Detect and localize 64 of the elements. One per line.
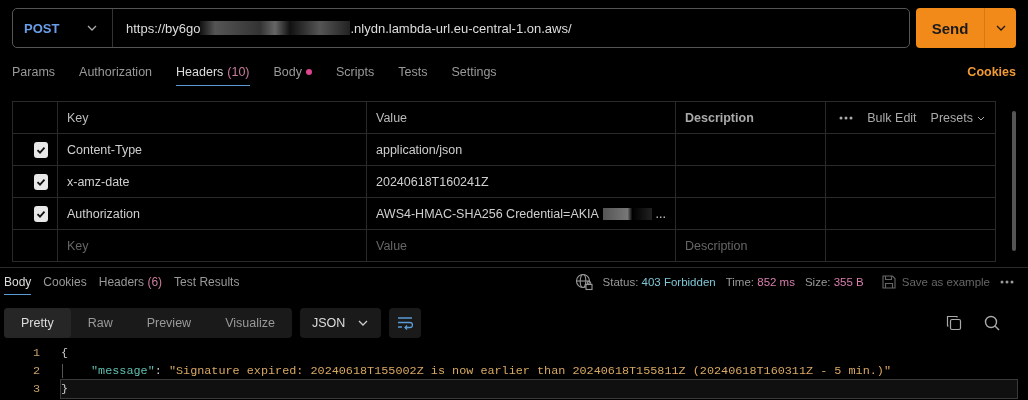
view-mode-tab[interactable]: Raw — [70, 308, 130, 338]
checkbox[interactable] — [34, 141, 48, 158]
description-input[interactable]: Description — [676, 230, 826, 262]
line-number: 3 — [31, 381, 41, 398]
cookies-link[interactable]: Cookies — [967, 65, 1016, 79]
bulk-edit-link[interactable]: Bulk Edit — [867, 110, 917, 125]
send-button-group[interactable]: Send — [916, 8, 1016, 48]
response-tab[interactable]: Test Results — [174, 269, 240, 295]
code-text: } — [61, 382, 69, 396]
view-mode-tab[interactable]: Preview — [129, 308, 209, 338]
request-tab[interactable]: Body — [273, 58, 313, 86]
time-text: Time: 852 ms — [725, 276, 795, 288]
status-text: Status: 403 Forbidden — [602, 276, 716, 288]
presets-dropdown[interactable]: Presets — [930, 110, 986, 125]
header-key: x-amz-date — [58, 166, 367, 198]
line-number: 1 — [31, 345, 41, 362]
request-tab[interactable]: Tests — [398, 58, 428, 86]
key-input[interactable]: Key — [58, 230, 367, 262]
request-tab[interactable]: Scripts — [336, 58, 375, 86]
line-number: 2 — [31, 363, 41, 380]
url-text: .nlydn.lambda-url.eu-central-1.on.aws/ — [350, 20, 572, 36]
floppy-disk-icon — [881, 275, 896, 289]
send-button[interactable]: Send — [916, 8, 984, 48]
view-mode-tab[interactable]: Visualize — [208, 308, 292, 338]
ellipsis-text: ... — [655, 206, 666, 221]
header-key: Authorization — [58, 198, 367, 230]
format-dropdown[interactable]: JSON — [299, 308, 382, 338]
response-tab[interactable]: Body — [4, 269, 32, 295]
header-value: application/json — [367, 134, 676, 166]
url-field[interactable]: POST https://by6go .nlydn.lambda-url.eu-central-1.on.aws/ — [12, 8, 910, 48]
request-tab[interactable]: Params — [12, 58, 56, 86]
redacted-block — [602, 207, 652, 220]
wrap-lines-icon — [397, 316, 414, 330]
column-header: Description — [676, 102, 826, 134]
column-header: Value — [367, 102, 676, 134]
checkmark-icon — [36, 176, 46, 187]
more-options-icon[interactable] — [839, 115, 854, 120]
wrap-lines-button[interactable] — [389, 308, 422, 338]
checkmark-icon — [36, 144, 46, 155]
code-text: "message": "Signature expired: 20240618T155002Z is now earlier than 20240618T155811Z (20240618T160311Z - 5 min.)" — [62, 364, 891, 378]
column-header: Key — [58, 102, 367, 134]
header-key: Content-Type — [58, 134, 367, 166]
search-icon[interactable] — [984, 315, 1000, 331]
scrollbar-thumb[interactable] — [1012, 111, 1016, 251]
checkbox[interactable] — [34, 173, 48, 190]
request-tab[interactable]: Authorization — [79, 58, 153, 86]
more-options-icon[interactable] — [1000, 280, 1014, 284]
globe-lock-icon — [574, 273, 593, 291]
checkbox[interactable] — [34, 205, 48, 222]
response-tab[interactable]: Headers (6) — [98, 269, 163, 295]
response-tab[interactable]: Cookies — [43, 269, 87, 295]
header-value: AWS4-HMAC-SHA256 Credential=AKIA — [376, 206, 599, 221]
header-value: 20240618T160241Z — [367, 166, 676, 198]
copy-icon[interactable] — [946, 315, 962, 331]
checkmark-icon — [36, 208, 46, 219]
request-tab[interactable]: Headers (10) — [176, 58, 250, 86]
method-dropdown[interactable]: POST — [13, 9, 113, 47]
code-text: { — [61, 346, 69, 360]
view-mode-tab[interactable]: Pretty — [4, 308, 71, 338]
request-tab[interactable]: Settings — [451, 58, 497, 86]
save-as-example-button[interactable]: Save as example — [881, 275, 990, 289]
value-input[interactable]: Value — [367, 230, 676, 262]
size-text: Size: 355 B — [804, 276, 864, 288]
url-text: https://by6go — [126, 20, 201, 36]
